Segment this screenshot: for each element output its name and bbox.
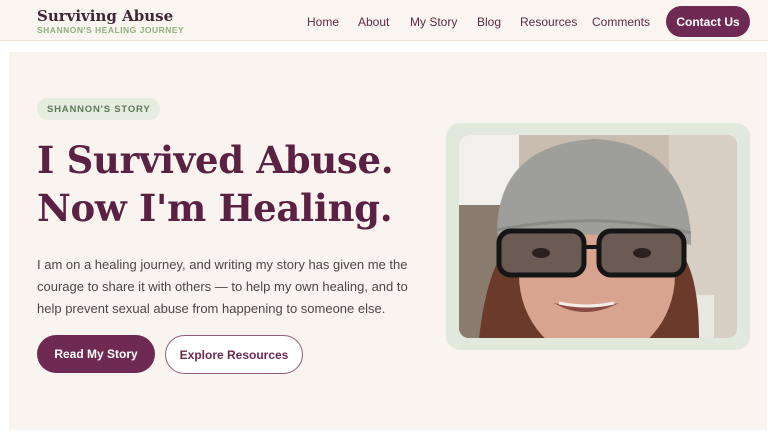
nav-comments[interactable]: Comments <box>592 15 650 29</box>
nav-blog[interactable]: Blog <box>477 15 501 29</box>
brand-title: Surviving Abuse <box>37 7 174 25</box>
hero-section: SHANNON'S STORY I Survived Abuse. Now I'… <box>9 52 767 430</box>
hero-headline: I Survived Abuse. Now I'm Healing. <box>37 136 394 232</box>
headline-line-2: Now I'm Healing. <box>37 186 393 230</box>
portrait-photo <box>459 135 737 338</box>
brand-logo[interactable]: Surviving Abuse SHANNON'S HEALING JOURNE… <box>37 8 184 36</box>
nav-about[interactable]: About <box>358 15 389 29</box>
site-header: Surviving Abuse SHANNON'S HEALING JOURNE… <box>0 0 768 41</box>
brand-subtitle: SHANNON'S HEALING JOURNEY <box>37 25 185 35</box>
contact-button[interactable]: Contact Us <box>666 6 750 37</box>
nav-home[interactable]: Home <box>307 15 339 29</box>
explore-resources-button[interactable]: Explore Resources <box>165 335 303 374</box>
read-my-story-button[interactable]: Read My Story <box>37 335 155 373</box>
nav-my-story[interactable]: My Story <box>410 15 457 29</box>
nav-resources[interactable]: Resources <box>520 15 577 29</box>
portrait-frame <box>446 123 750 350</box>
headline-line-1: I Survived Abuse. <box>37 138 394 182</box>
portrait-illustration <box>459 135 737 338</box>
hero-description: I am on a healing journey, and writing m… <box>37 257 408 316</box>
story-badge: SHANNON'S STORY <box>37 98 161 120</box>
